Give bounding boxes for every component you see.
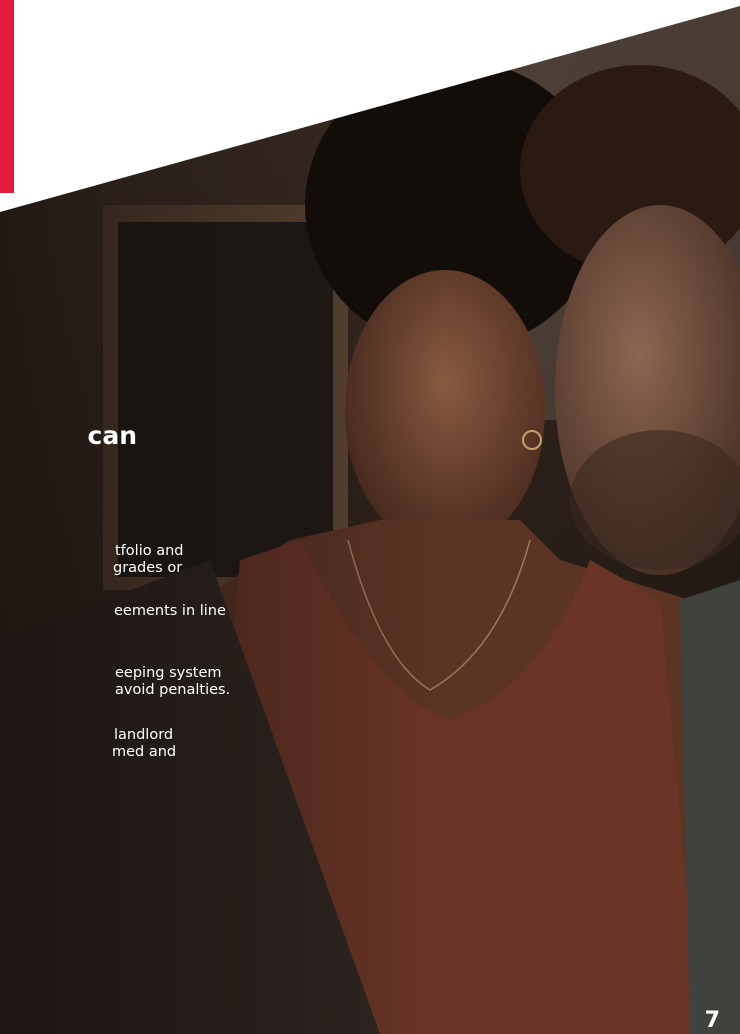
paragraph-line: landlord [114, 727, 174, 743]
bullet-paragraph-1: tfolio and grades or [0, 543, 740, 577]
paragraph-line: eeping system [115, 665, 222, 681]
bullet-paragraph-4: landlord med and [0, 727, 740, 761]
page: can tfolio and grades or eements in line… [0, 0, 740, 1034]
bullet-paragraph-3: eeping system avoid penalties. [0, 665, 740, 699]
background-photo [0, 0, 740, 1034]
page-number: 7 [704, 1008, 720, 1033]
paragraph-line: avoid penalties. [115, 682, 231, 698]
bullet-paragraph-2: eements in line [0, 603, 740, 620]
paragraph-line: med and [112, 744, 177, 760]
section-heading-text: can [87, 421, 138, 450]
paragraph-line: tfolio and [115, 543, 184, 559]
paragraph-line: eements in line [114, 603, 226, 619]
paragraph-line: grades or [113, 560, 183, 576]
section-heading: can [0, 416, 740, 456]
